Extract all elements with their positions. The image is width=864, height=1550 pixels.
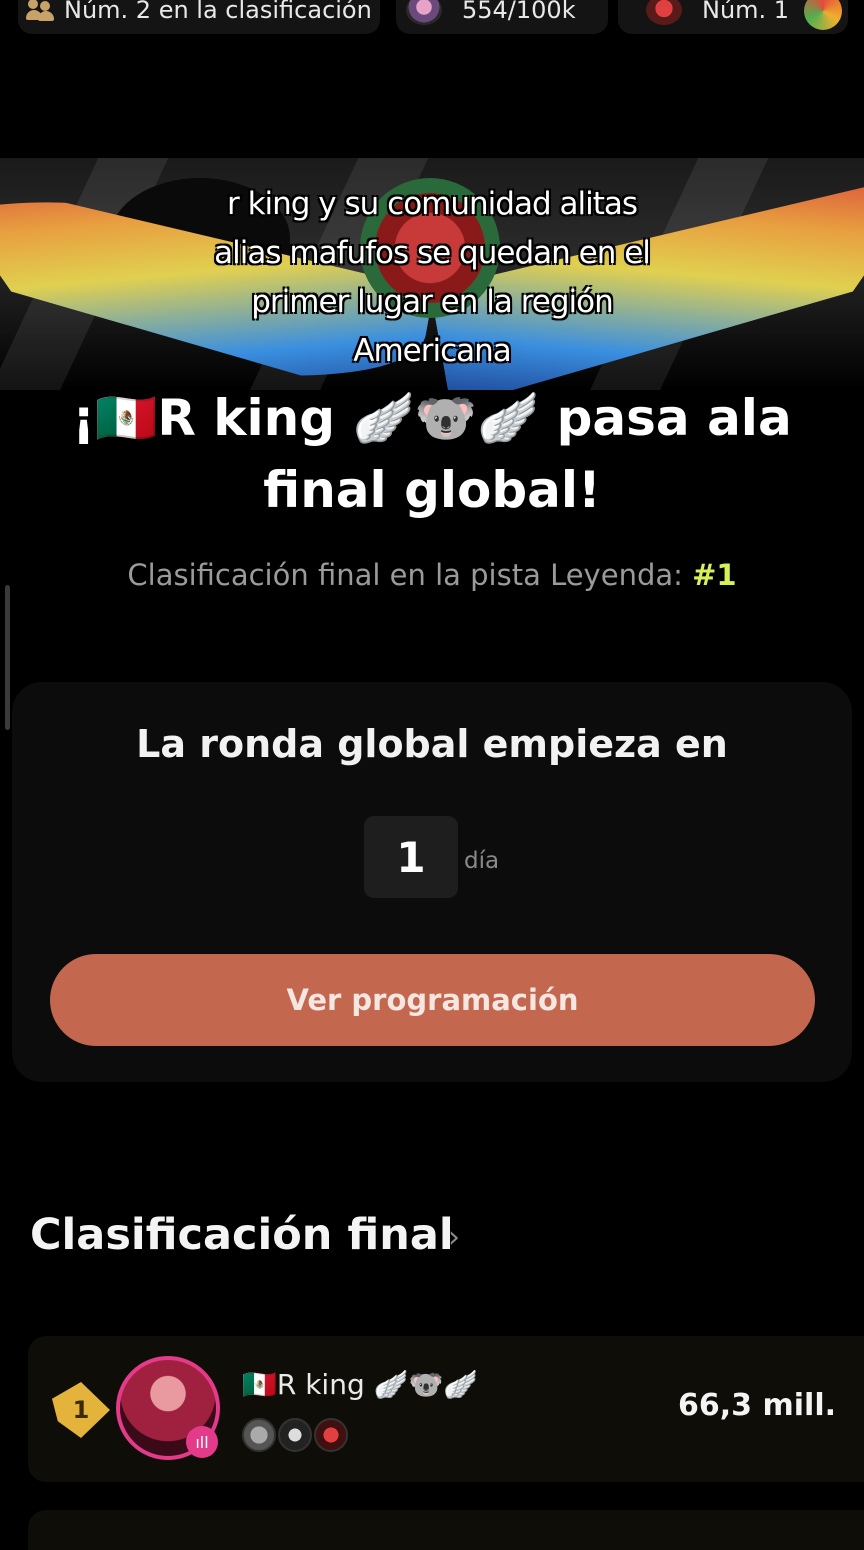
user-name: 🇲🇽R king 🪽🐨🪽 [242,1368,479,1401]
rank-badge: 1 [52,1382,110,1438]
view-schedule-button[interactable]: Ver programación [50,954,815,1046]
score: 66,3 mill. [678,1388,836,1423]
countdown-unit: día [464,848,500,874]
ranking-label: Clasificación final en la pista Leyenda: [127,558,683,592]
rank-pill-label: Núm. 2 en la clasificación [64,0,372,24]
live-icon: ıll [186,1426,218,1458]
top-number-pill[interactable]: Núm. 1 [618,0,848,34]
scroll-indicator[interactable] [5,585,10,730]
top-user-avatar-icon [646,0,682,25]
caption-line: alias mafufos se quedan en el [214,235,651,271]
top-fans [242,1418,350,1452]
rank-pill[interactable]: Núm. 2 en la clasificación [18,0,380,34]
headline: ¡🇲🇽R king 🪽🐨🪽 pasa ala final global! [72,389,792,519]
ranking-row[interactable]: 1 ıll 🇲🇽R king 🪽🐨🪽 66,3 mill. [28,1336,864,1482]
fan-avatar [314,1418,348,1452]
people-icon [26,0,56,21]
viewers-pill[interactable]: 554/100k [396,0,608,34]
final-ranking-title[interactable]: Clasificación final [30,1210,454,1260]
caption-line: primer lugar en la región [251,284,614,320]
countdown-value: 1 [364,816,458,898]
viewer-avatar-icon [406,0,442,25]
countdown-card: La ronda global empieza en 1 día Ver pro… [12,682,852,1082]
caption-line: r king y su comunidad alitas [226,186,638,222]
viewers-count: 554/100k [462,0,576,24]
fan-avatar [242,1418,276,1452]
legend-track-ranking: Clasificación final en la pista Leyenda:… [0,558,864,592]
ranking-value: #1 [692,558,737,592]
gift-icon [804,0,842,30]
chevron-right-icon[interactable]: › [448,1220,460,1255]
countdown-title: La ronda global empieza en [136,722,728,766]
ranking-row[interactable] [28,1510,864,1550]
fan-avatar [278,1418,312,1452]
video-caption: r king y su comunidad alitas alias mafuf… [0,180,864,376]
top-number-label: Núm. 1 [702,0,790,24]
caption-line: Americana [353,333,512,369]
